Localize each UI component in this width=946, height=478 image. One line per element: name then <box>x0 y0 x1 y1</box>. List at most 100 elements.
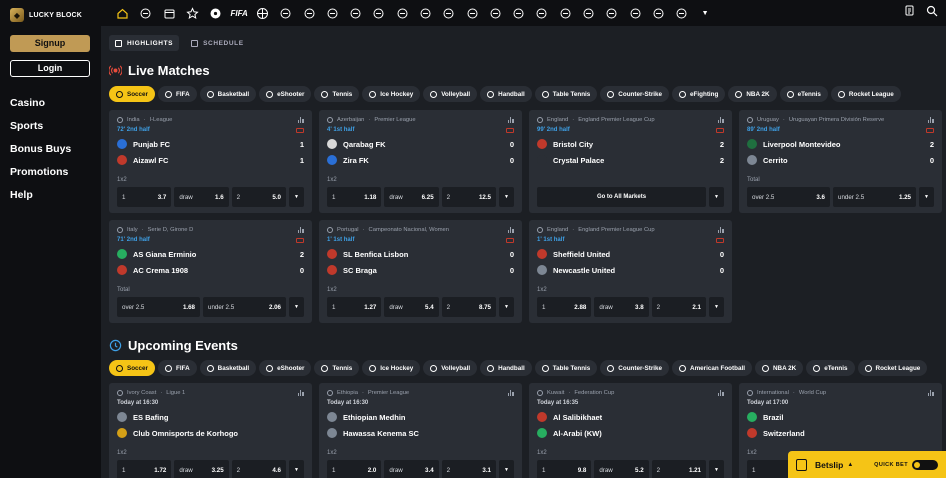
odds-button[interactable]: 2 3.1 <box>441 460 496 478</box>
odds-button[interactable]: 2 4.6 <box>231 460 286 478</box>
match-card[interactable]: Italy · Serie D, Girone D 71' 2nd half AS Gi… <box>109 220 312 323</box>
match-card[interactable]: Ivory Coast · Ligue 1 Today at 16:30 ES Bafi… <box>109 383 312 478</box>
snooker-icon[interactable] <box>670 0 693 26</box>
hockey-icon[interactable] <box>414 0 437 26</box>
stats-icon[interactable] <box>298 389 304 396</box>
soccer-icon[interactable] <box>204 0 227 26</box>
odds-button[interactable]: draw 6.25 <box>384 187 439 207</box>
filter-chip[interactable]: Basketball <box>199 86 257 102</box>
sidebar-item-bonus-buys[interactable]: Bonus Buys <box>10 143 91 155</box>
sidebar-item-sports[interactable]: Sports <box>10 120 91 132</box>
stats-icon[interactable] <box>718 116 724 123</box>
odds-button[interactable]: under 2.5 1.25 <box>833 187 916 207</box>
match-card[interactable]: Azerbaijan · Premier League 4' 1st half Qara… <box>319 110 522 213</box>
filter-chip[interactable]: Rocket League <box>830 86 901 102</box>
odds-button[interactable]: 2 12.5 <box>441 187 496 207</box>
more-markets-button[interactable]: ▼ <box>498 187 514 207</box>
match-card[interactable]: England · England Premier League Cup 1' 1st… <box>529 220 732 323</box>
cycling-icon[interactable] <box>507 0 530 26</box>
filter-chip[interactable]: Volleyball <box>423 360 478 376</box>
filter-chip[interactable]: Ice Hockey <box>362 360 421 376</box>
filter-chip[interactable]: Soccer <box>109 86 156 102</box>
stats-icon[interactable] <box>508 389 514 396</box>
odds-button[interactable]: draw 3.4 <box>384 460 439 478</box>
calendar-icon[interactable] <box>158 0 181 26</box>
filter-chip[interactable]: eShooter <box>259 86 312 102</box>
odds-button[interactable]: over 2.5 1.68 <box>117 297 200 317</box>
odds-button[interactable]: 1 1.18 <box>327 187 382 207</box>
live-stream-icon[interactable] <box>296 237 304 243</box>
more-markets-button[interactable]: ▼ <box>708 297 724 317</box>
match-card[interactable]: Uruguay · Uruguayan Primera División Reser… <box>739 110 942 213</box>
odds-button[interactable]: draw 3.25 <box>174 460 229 478</box>
f1-icon[interactable] <box>647 0 670 26</box>
motorsport-icon[interactable] <box>624 0 647 26</box>
odds-button[interactable]: 2 8.75 <box>441 297 496 317</box>
sidebar-item-help[interactable]: Help <box>10 189 91 201</box>
running-icon[interactable] <box>274 0 297 26</box>
odds-button[interactable]: over 2.5 3.6 <box>747 187 830 207</box>
more-markets-button[interactable]: ▼ <box>498 297 514 317</box>
brand-logo[interactable]: ◆ LUCKY BLOCK <box>10 8 91 22</box>
football-icon[interactable] <box>437 0 460 26</box>
filter-chip[interactable]: Ice Hockey <box>362 86 421 102</box>
handball-icon[interactable] <box>367 0 390 26</box>
more-markets-button[interactable]: ▼ <box>708 460 724 478</box>
star-icon[interactable] <box>181 0 204 26</box>
stats-icon[interactable] <box>298 226 304 233</box>
home-icon[interactable] <box>111 0 134 26</box>
filter-chip[interactable]: Rocket League <box>857 360 928 376</box>
sidebar-item-promotions[interactable]: Promotions <box>10 166 91 178</box>
live-stream-icon[interactable] <box>716 237 724 243</box>
stats-icon[interactable] <box>718 389 724 396</box>
filter-chip[interactable]: Basketball <box>199 360 257 376</box>
all-markets-button[interactable]: Go to All Markets <box>537 187 706 207</box>
odds-button[interactable]: 2 2.1 <box>651 297 706 317</box>
filter-chip[interactable]: eFighting <box>672 86 726 102</box>
stats-icon[interactable] <box>928 389 934 396</box>
odds-button[interactable]: under 2.5 2.06 <box>203 297 286 317</box>
more-markets-button[interactable]: ▼ <box>919 187 934 207</box>
odds-button[interactable]: 1 2.88 <box>537 297 592 317</box>
tab-schedule[interactable]: SCHEDULE <box>185 35 250 51</box>
betslip-bar[interactable]: Betslip ▲ QUICK BET <box>788 451 946 478</box>
odds-button[interactable]: draw 5.2 <box>594 460 649 478</box>
filter-chip[interactable]: Counter-Strike <box>600 360 670 376</box>
odds-button[interactable]: 2 1.21 <box>651 460 706 478</box>
match-card[interactable]: Portugal · Campeonato Nacional, Women 1' 1s… <box>319 220 522 323</box>
filter-chip[interactable]: Table Tennis <box>534 360 598 376</box>
live-stream-icon[interactable] <box>506 237 514 243</box>
boxing-icon[interactable] <box>577 0 600 26</box>
esports-icon[interactable] <box>134 0 157 26</box>
odds-button[interactable]: draw 5.4 <box>384 297 439 317</box>
more-icon[interactable]: ▼ <box>693 0 716 26</box>
cricket-icon[interactable] <box>484 0 507 26</box>
sidebar-item-casino[interactable]: Casino <box>10 97 91 109</box>
tennis-icon[interactable] <box>297 0 320 26</box>
volleyball-icon[interactable] <box>344 0 367 26</box>
quick-bet-toggle[interactable] <box>912 459 938 470</box>
odds-button[interactable]: draw 3.8 <box>594 297 649 317</box>
filter-chip[interactable]: Handball <box>480 86 532 102</box>
match-card[interactable]: Ethiopia · Premier League Today at 16:30 Eth… <box>319 383 522 478</box>
filter-chip[interactable]: American Football <box>672 360 752 376</box>
filter-chip[interactable]: FIFA <box>158 86 197 102</box>
betslip-history-icon[interactable] <box>904 4 916 22</box>
golf-icon[interactable] <box>600 0 623 26</box>
match-card[interactable]: India · I-League 72' 2nd half Punjab FC 1 Aiza… <box>109 110 312 213</box>
table-tennis-icon[interactable] <box>391 0 414 26</box>
filter-chip[interactable]: Handball <box>480 360 532 376</box>
odds-button[interactable]: 2 5.0 <box>231 187 286 207</box>
filter-chip[interactable]: eShooter <box>259 360 312 376</box>
odds-button[interactable]: draw 1.6 <box>174 187 229 207</box>
match-card[interactable]: England · England Premier League Cup 99' 2n… <box>529 110 732 213</box>
stats-icon[interactable] <box>298 116 304 123</box>
more-markets-button[interactable]: ▼ <box>709 187 724 207</box>
signup-button[interactable]: Signup <box>10 35 90 52</box>
filter-chip[interactable]: Tennis <box>314 360 360 376</box>
stats-icon[interactable] <box>508 116 514 123</box>
filter-chip[interactable]: Table Tennis <box>534 86 598 102</box>
more-markets-button[interactable]: ▼ <box>289 297 304 317</box>
filter-chip[interactable]: NBA 2K <box>728 86 777 102</box>
filter-chip[interactable]: Tennis <box>314 86 360 102</box>
